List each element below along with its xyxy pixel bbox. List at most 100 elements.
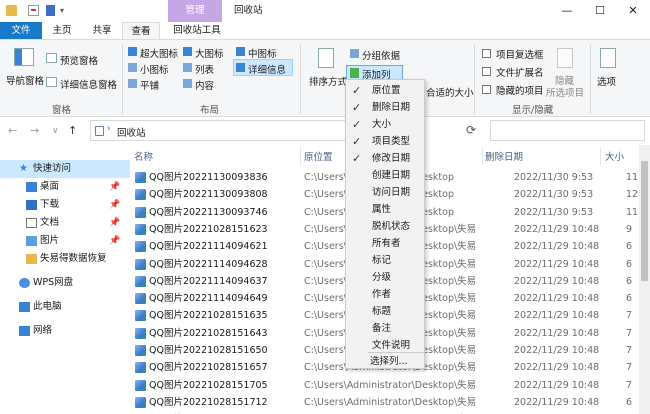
- file-name-cell: QQ图片20221130093808: [149, 189, 268, 201]
- tab-recycle-bin-tools[interactable]: 回收站工具: [164, 22, 230, 39]
- file-name-cell: QQ图片20221130093746: [149, 206, 268, 218]
- checkmark-icon: ✓: [352, 101, 362, 114]
- navigation-pane-button[interactable]: 导航窗格: [6, 73, 44, 87]
- minimize-button[interactable]: —: [550, 0, 584, 22]
- layout-list[interactable]: 列表: [195, 62, 214, 76]
- file-name-cell: QQ图片20221028151623: [149, 223, 268, 235]
- nav-this-pc-label: 此电脑: [33, 301, 62, 312]
- menu-item[interactable]: ✓ 项目类型: [346, 133, 424, 150]
- ribbon-separator: [122, 44, 123, 114]
- layout-content[interactable]: 内容: [195, 78, 214, 92]
- refresh-button[interactable]: ⟳: [466, 123, 476, 137]
- layout-extra-large-icons[interactable]: 超大图标: [140, 46, 178, 60]
- quick-access-newfolder-icon[interactable]: [46, 5, 55, 16]
- recent-locations-button[interactable]: ∨: [52, 126, 59, 136]
- extra-large-icons-icon: [128, 47, 137, 56]
- details-pane-button[interactable]: 详细信息窗格: [60, 77, 117, 91]
- tab-share[interactable]: 共享: [84, 22, 120, 39]
- menu-item[interactable]: 分级: [346, 269, 424, 286]
- close-button[interactable]: ✕: [616, 0, 650, 22]
- menu-item-label: 作者: [372, 289, 392, 300]
- table-row[interactable]: QQ图片20221028151712 C:\Users\Administrator…: [130, 394, 638, 411]
- menu-item[interactable]: ✓ 修改日期: [346, 150, 424, 167]
- menu-item[interactable]: 所有者: [346, 235, 424, 252]
- options-button[interactable]: 选项: [597, 74, 616, 88]
- nav-desktop[interactable]: 桌面 📌: [0, 178, 130, 196]
- pin-icon: 📌: [109, 182, 121, 192]
- back-button[interactable]: ←: [8, 124, 17, 137]
- layout-tiles[interactable]: 平铺: [140, 78, 159, 92]
- column-header-size[interactable]: 大小: [605, 149, 624, 163]
- download-icon: [26, 200, 37, 210]
- menu-item[interactable]: 标题: [346, 303, 424, 320]
- context-tab-manage: 管理: [168, 0, 222, 22]
- size-cell: 7: [626, 379, 633, 391]
- tab-view[interactable]: 查看: [122, 22, 160, 39]
- nav-recovery-folder[interactable]: 失易得数据恢复: [0, 250, 130, 268]
- star-icon: ★: [19, 163, 28, 174]
- group-by-button[interactable]: 分组依据: [362, 48, 400, 62]
- breadcrumb[interactable]: 回收站: [117, 125, 146, 139]
- nav-this-pc[interactable]: 此电脑: [0, 298, 130, 316]
- menu-item-label: 创建日期: [372, 170, 411, 181]
- menu-item[interactable]: ✓ 大小: [346, 116, 424, 133]
- options-icon[interactable]: [600, 48, 616, 68]
- navigation-pane-icon[interactable]: [14, 48, 34, 66]
- ribbon-separator: [590, 44, 591, 114]
- pin-icon: 📌: [109, 218, 121, 228]
- column-header-date-deleted[interactable]: 删除日期: [485, 149, 523, 163]
- layout-medium-icons[interactable]: 中图标: [248, 46, 277, 60]
- fit-columns-button[interactable]: 合适的大小: [426, 85, 474, 99]
- sort-by-button[interactable]: 排序方式: [309, 74, 347, 88]
- nav-network[interactable]: 网络: [0, 322, 130, 340]
- column-header-original-location[interactable]: 原位置: [304, 149, 333, 163]
- menu-item-label: 原位置: [372, 85, 401, 96]
- network-icon: [19, 326, 30, 336]
- table-row[interactable]: QQ图片20221028151705 C:\Users\Administrator…: [130, 377, 638, 394]
- nav-quick-access[interactable]: ★ 快速访问: [0, 160, 130, 178]
- nav-wps-label: WPS网盘: [33, 277, 74, 288]
- search-input[interactable]: [490, 120, 645, 141]
- menu-item[interactable]: 创建日期: [346, 167, 424, 184]
- hidden-items-checkbox[interactable]: [482, 85, 491, 94]
- quick-access-dropdown-icon[interactable]: ▾: [60, 5, 71, 16]
- date-deleted-cell: 2022/11/29 10:48: [514, 241, 600, 253]
- layout-small-icons[interactable]: 小图标: [140, 62, 169, 76]
- tab-home[interactable]: 主页: [44, 22, 80, 39]
- item-checkboxes-checkbox[interactable]: [482, 49, 491, 58]
- menu-item-choose-columns[interactable]: 选择列...: [346, 353, 424, 370]
- nav-pictures[interactable]: 图片 📌: [0, 232, 130, 250]
- file-extensions-checkbox[interactable]: [482, 67, 491, 76]
- menu-item[interactable]: ✓ 删除日期: [346, 99, 424, 116]
- menu-item[interactable]: 脱机状态: [346, 218, 424, 235]
- menu-item[interactable]: 属性: [346, 201, 424, 218]
- sort-by-icon[interactable]: [318, 48, 334, 68]
- menu-item[interactable]: 标记: [346, 252, 424, 269]
- computer-icon: [19, 302, 30, 312]
- tab-file[interactable]: 文件: [0, 22, 42, 39]
- menu-item[interactable]: 访问日期: [346, 184, 424, 201]
- forward-button[interactable]: →: [30, 124, 39, 137]
- nav-wps-drive[interactable]: WPS网盘: [0, 274, 130, 292]
- menu-item-label: 所有者: [372, 238, 401, 249]
- scrollbar-thumb[interactable]: [641, 161, 648, 281]
- nav-downloads[interactable]: 下载 📌: [0, 196, 130, 214]
- date-deleted-cell: 2022/11/29 10:48: [514, 379, 600, 391]
- menu-item[interactable]: ✓ 原位置: [346, 82, 424, 99]
- vertical-scrollbar[interactable]: [639, 145, 650, 414]
- image-file-icon: [135, 293, 146, 305]
- large-icons-icon: [183, 47, 192, 56]
- menu-item[interactable]: 作者: [346, 286, 424, 303]
- layout-large-icons[interactable]: 大图标: [195, 46, 224, 60]
- nav-documents[interactable]: 文档 📌: [0, 214, 130, 232]
- menu-item[interactable]: 备注: [346, 320, 424, 337]
- menu-item-choose-columns-label: 选择列...: [370, 356, 408, 367]
- date-deleted-cell: 2022/11/29 10:48: [514, 223, 600, 235]
- column-header-name[interactable]: 名称: [134, 149, 153, 163]
- up-button[interactable]: ↑: [68, 124, 77, 137]
- size-cell: 7: [626, 310, 633, 322]
- layout-details[interactable]: 详细信息: [248, 62, 286, 76]
- preview-pane-button[interactable]: 预览窗格: [60, 53, 98, 67]
- maximize-button[interactable]: ☐: [583, 0, 617, 22]
- quick-access-properties-icon[interactable]: [28, 5, 39, 16]
